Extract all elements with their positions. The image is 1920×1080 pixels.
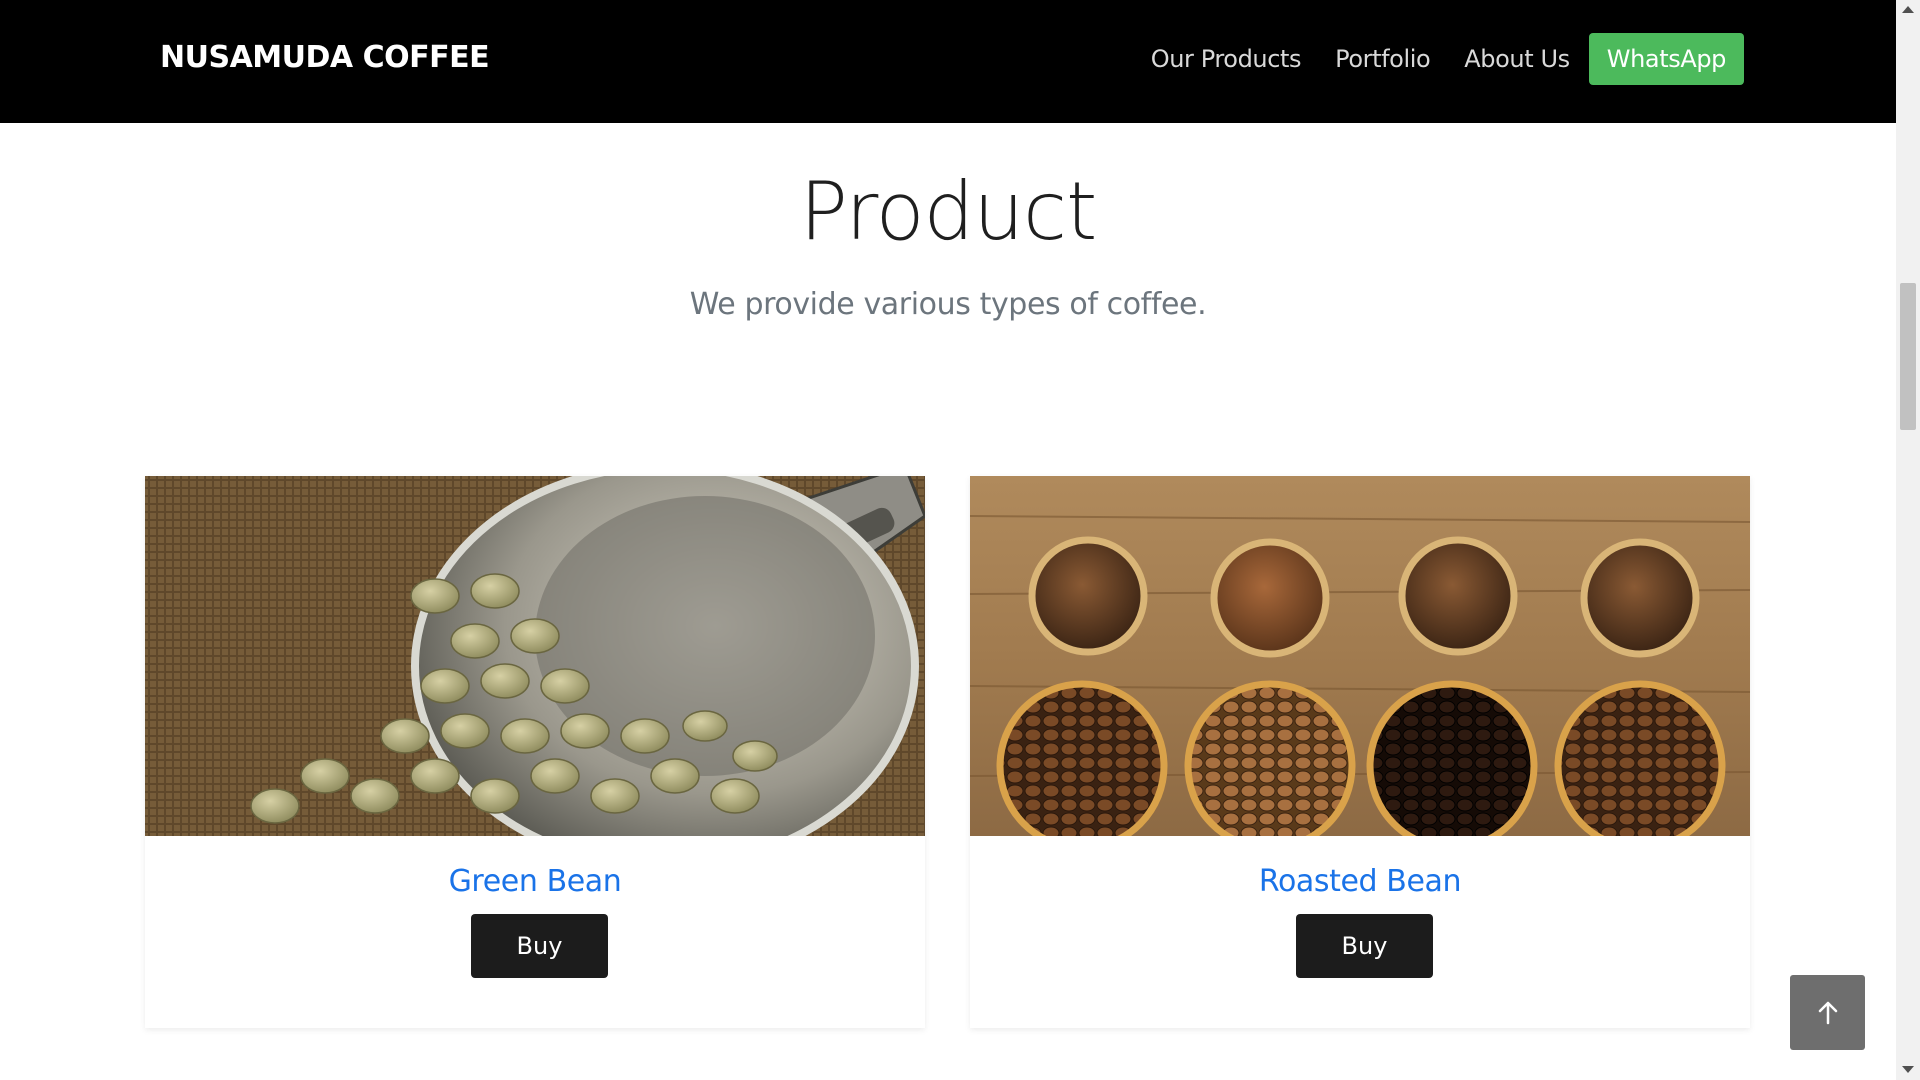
navbar: NUSAMUDA COFFEE Our Products Portfolio A… [0, 0, 1896, 123]
product-card-green-bean: Green Bean Buy [145, 476, 925, 1028]
page-scrollbar[interactable] [1896, 0, 1920, 1080]
nav-link-about-us[interactable]: About Us [1447, 45, 1586, 73]
scroll-thumb[interactable] [1900, 283, 1916, 430]
buy-button-roasted-bean[interactable]: Buy [1296, 914, 1433, 978]
buy-button-green-bean[interactable]: Buy [471, 914, 608, 978]
nav-link-portfolio[interactable]: Portfolio [1318, 45, 1447, 73]
nav-links: Our Products Portfolio About Us WhatsApp [1134, 33, 1744, 85]
roasted-bean-image [970, 476, 1750, 836]
scroll-down-icon[interactable] [1902, 1066, 1914, 1073]
section-subtitle: We provide various types of coffee. [689, 287, 1207, 322]
product-card-roasted-bean: Roasted Bean Buy [970, 476, 1750, 1028]
back-to-top-button[interactable] [1790, 975, 1865, 1050]
arrow-up-icon [1818, 1001, 1837, 1024]
section-title: Product [799, 165, 1098, 258]
brand-logo-text[interactable]: NUSAMUDA COFFEE [160, 40, 490, 75]
product-title-roasted-bean[interactable]: Roasted Bean [970, 864, 1750, 899]
whatsapp-button[interactable]: WhatsApp [1588, 33, 1744, 85]
green-bean-image [145, 476, 925, 836]
nav-link-our-products[interactable]: Our Products [1134, 45, 1318, 73]
scroll-up-icon[interactable] [1902, 6, 1914, 13]
product-title-green-bean[interactable]: Green Bean [145, 864, 925, 899]
